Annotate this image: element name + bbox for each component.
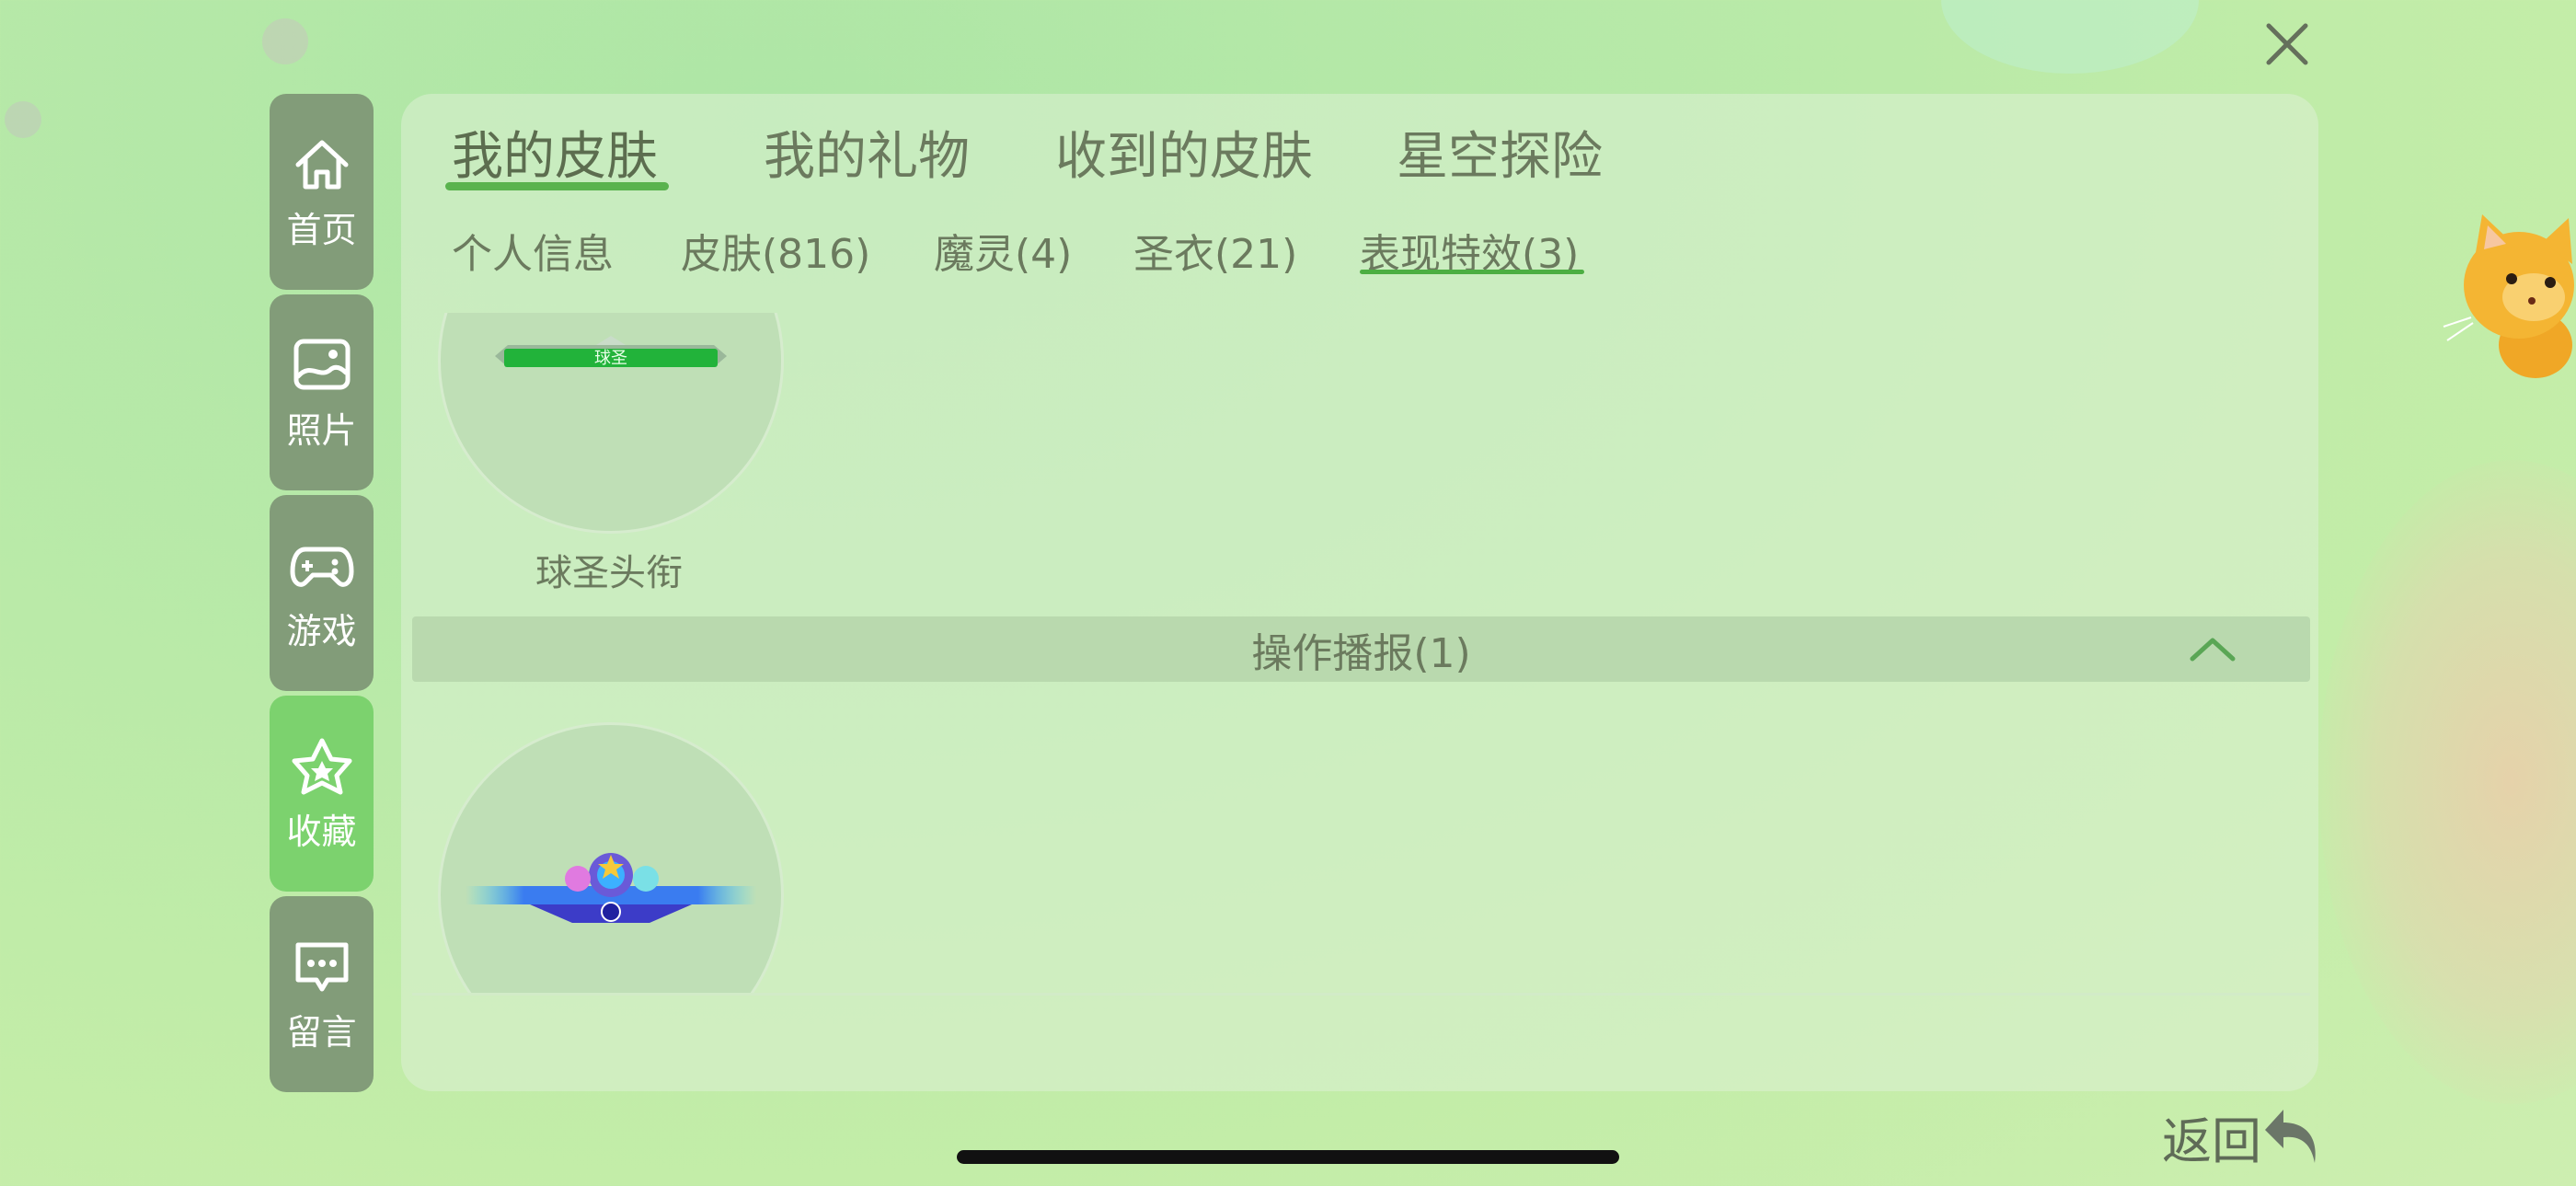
photo-icon bbox=[289, 332, 355, 398]
title-badge: 球圣 bbox=[495, 336, 727, 367]
subtab-skins[interactable]: 皮肤(816) bbox=[681, 221, 870, 280]
back-arrow-icon bbox=[2265, 1110, 2316, 1163]
nav-label: 照片 bbox=[286, 410, 357, 451]
back-label: 返回 bbox=[2162, 1111, 2261, 1170]
tab-received-skins[interactable]: 收到的皮肤 bbox=[1055, 115, 1313, 190]
nav-photos-button[interactable]: 照片 bbox=[270, 294, 374, 490]
background-bokeh bbox=[5, 101, 41, 138]
nav-label: 首页 bbox=[286, 210, 357, 250]
broadcast-item-clip bbox=[438, 722, 784, 993]
background-bokeh bbox=[2318, 460, 2576, 1104]
tab-my-gifts[interactable]: 我的礼物 bbox=[764, 115, 970, 190]
tab-my-skins[interactable]: 我的皮肤 bbox=[452, 115, 658, 190]
section-title: 操作播报(1) bbox=[1251, 630, 1471, 677]
message-icon bbox=[289, 934, 355, 1000]
section-header-broadcast[interactable]: 操作播报(1) bbox=[412, 616, 2310, 682]
nav-label: 游戏 bbox=[286, 611, 357, 651]
background-bokeh bbox=[1941, 0, 2199, 74]
tab-starry-adventure[interactable]: 星空探险 bbox=[1397, 115, 1603, 190]
home-icon bbox=[289, 132, 355, 198]
star-icon bbox=[289, 733, 355, 800]
chevron-up-icon[interactable] bbox=[2189, 633, 2237, 664]
subtab-personal-info[interactable]: 个人信息 bbox=[452, 221, 614, 280]
close-icon bbox=[2266, 23, 2308, 65]
active-tab-indicator bbox=[445, 182, 669, 190]
back-button[interactable]: 返回 bbox=[2162, 1100, 2320, 1173]
gamepad-icon bbox=[289, 533, 355, 599]
broadcast-effect-image bbox=[466, 853, 756, 923]
home-indicator bbox=[957, 1150, 1619, 1164]
nav-favorites-button[interactable]: 收藏 bbox=[270, 696, 374, 892]
active-subtab-indicator bbox=[1360, 270, 1584, 274]
subtab-armor[interactable]: 圣衣(21) bbox=[1133, 221, 1297, 280]
item-label: 球圣头衔 bbox=[535, 552, 683, 594]
nav-games-button[interactable]: 游戏 bbox=[270, 495, 374, 691]
title-badge-text: 球圣 bbox=[594, 349, 627, 367]
item-clip: 球圣 bbox=[438, 313, 784, 534]
subtab-spirits[interactable]: 魔灵(4) bbox=[934, 221, 1072, 280]
close-button[interactable] bbox=[2260, 17, 2315, 72]
nav-messages-button[interactable]: 留言 bbox=[270, 896, 374, 1092]
nav-label: 收藏 bbox=[286, 812, 357, 852]
list-divider bbox=[412, 993, 2310, 996]
cat-mascot bbox=[2443, 214, 2574, 378]
nav-label: 留言 bbox=[286, 1012, 357, 1053]
background-bokeh bbox=[262, 18, 308, 64]
nav-home-button[interactable]: 首页 bbox=[270, 94, 374, 290]
